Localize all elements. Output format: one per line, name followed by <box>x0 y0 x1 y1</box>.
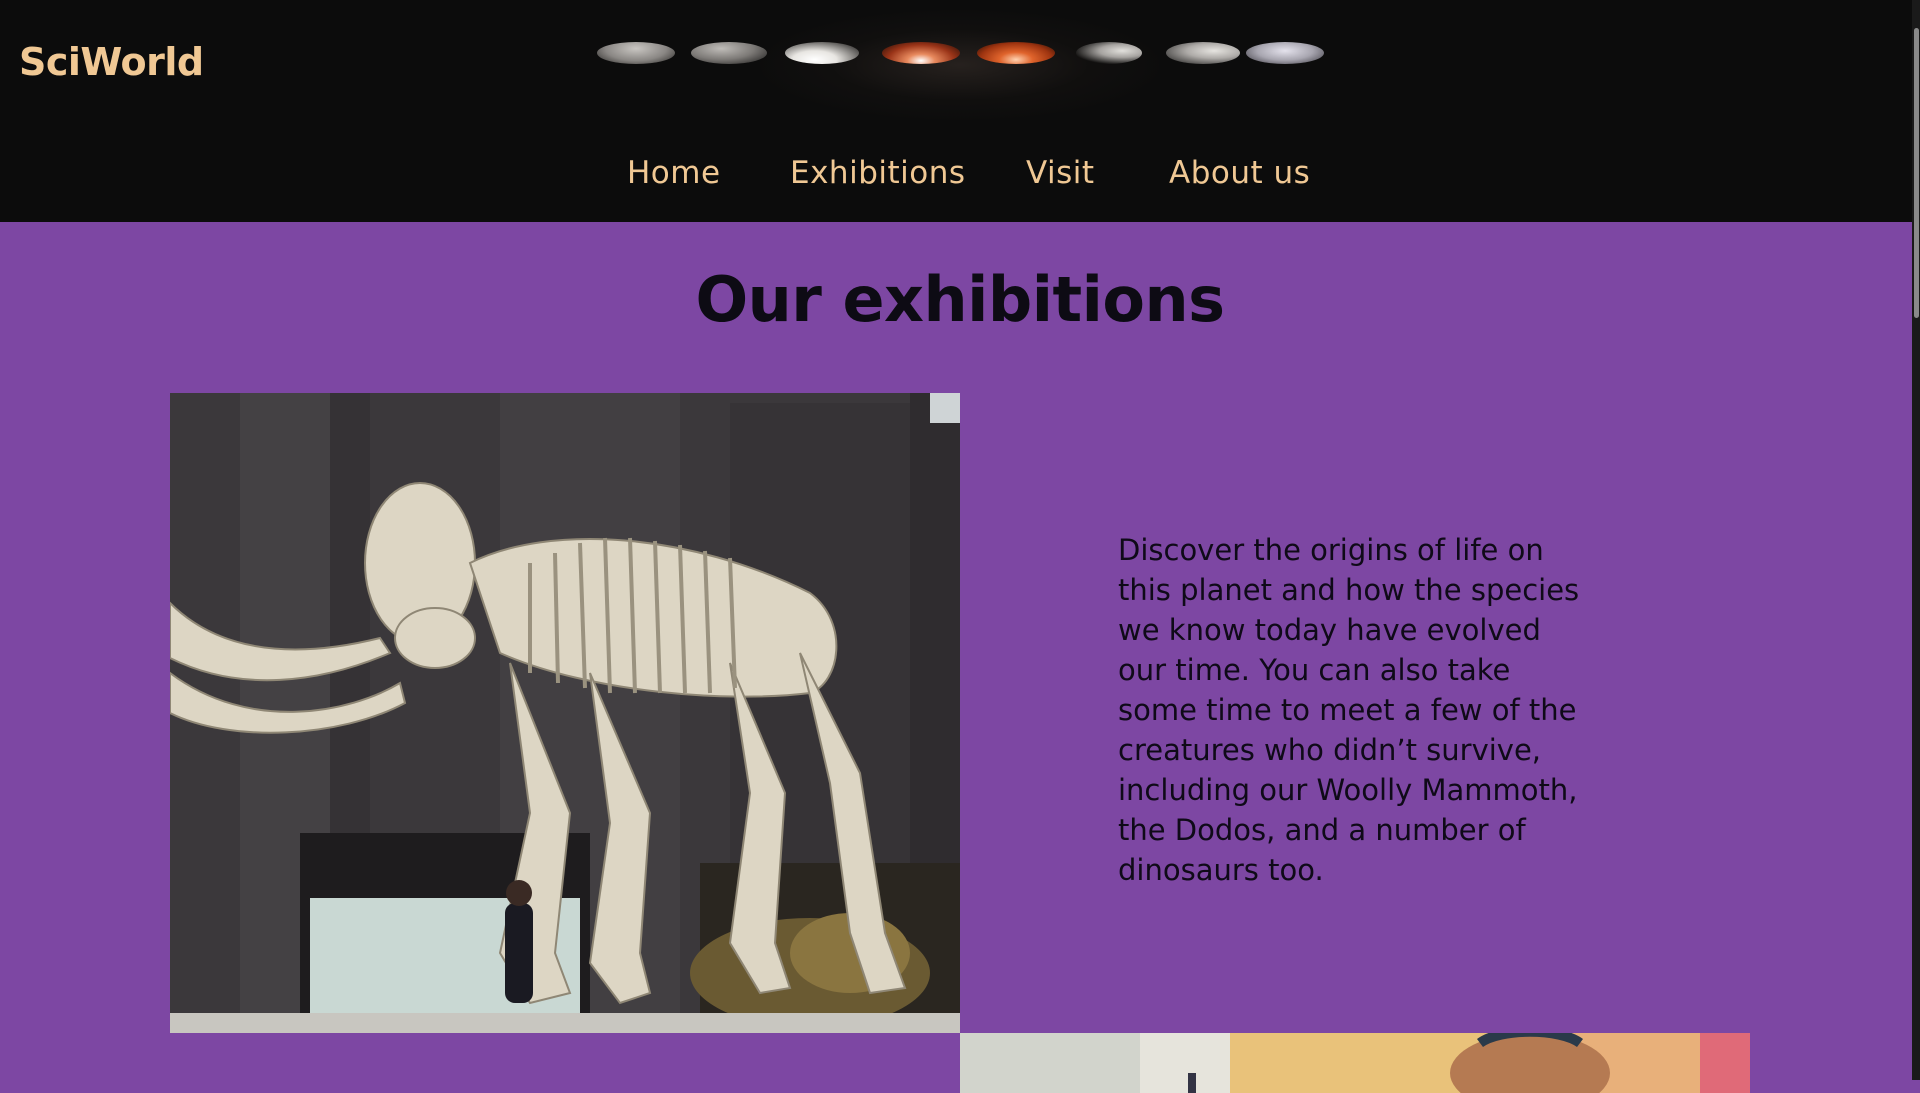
moon-icon-1 <box>597 42 675 64</box>
moon-phases-banner <box>590 38 1330 68</box>
nav-item-home[interactable]: Home <box>627 155 721 191</box>
nav-item-about-us[interactable]: About us <box>1169 155 1310 191</box>
exhibit-description: Discover the origins of life on this pla… <box>1118 533 1580 887</box>
nav-item-visit[interactable]: Visit <box>1026 155 1095 191</box>
visitor-photo <box>960 1033 1750 1093</box>
scrollbar[interactable] <box>1912 0 1920 1080</box>
eclipse-moon-icon-2 <box>977 42 1055 64</box>
moon-icon-2 <box>691 42 767 64</box>
moon-icon-6 <box>1246 42 1324 64</box>
main-nav: Home Exhibitions Visit About us <box>0 155 1920 205</box>
nav-item-exhibitions[interactable]: Exhibitions <box>790 155 966 191</box>
eclipse-moon-icon-1 <box>882 42 960 64</box>
page-title: Our exhibitions <box>695 263 1225 336</box>
mammoth-skeleton-image <box>170 393 960 1033</box>
moon-icon-4 <box>1076 42 1142 64</box>
site-header: SciWorld Home Exhibitions Visit About us <box>0 0 1920 222</box>
moon-icon-3 <box>785 42 859 64</box>
site-logo[interactable]: SciWorld <box>19 40 204 84</box>
moon-icon-5 <box>1166 42 1240 64</box>
